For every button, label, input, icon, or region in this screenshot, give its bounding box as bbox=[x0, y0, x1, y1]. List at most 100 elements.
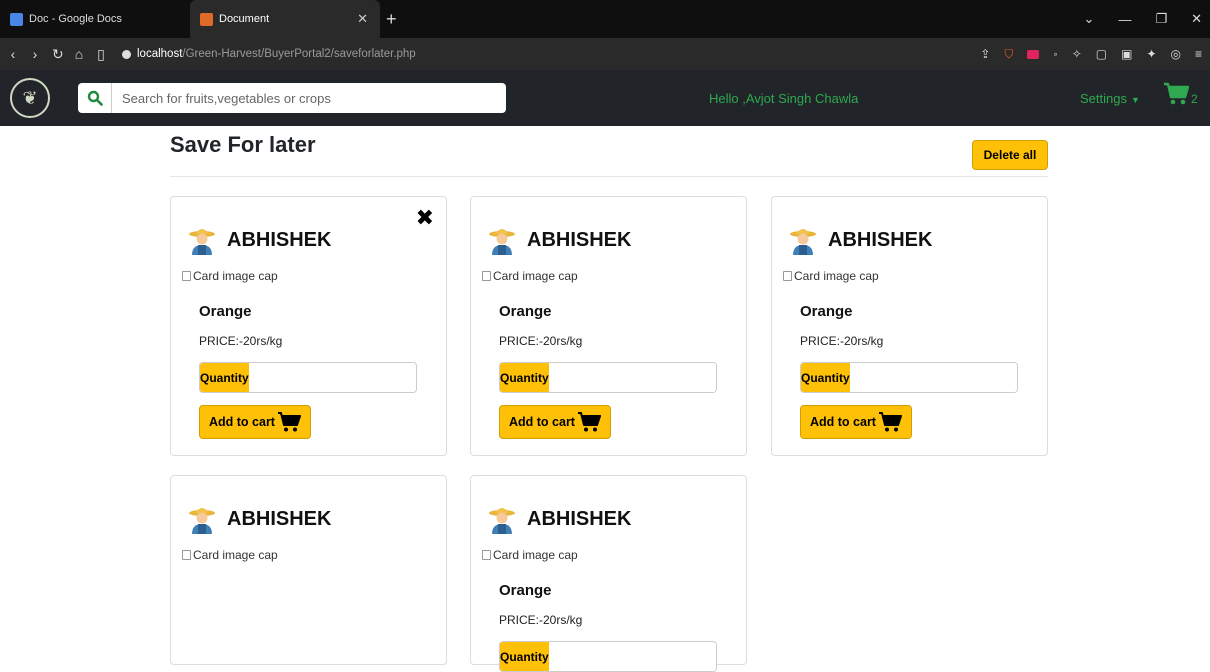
delete-all-button[interactable]: Delete all bbox=[972, 140, 1048, 170]
cart-count-badge: 2 bbox=[1191, 92, 1198, 106]
title-divider bbox=[170, 176, 1048, 177]
cart-icon bbox=[577, 412, 601, 432]
page-title: Save For later bbox=[170, 132, 316, 157]
vpn-icon[interactable]: ◎ bbox=[1171, 47, 1181, 61]
image-alt-text: Card image cap bbox=[794, 269, 879, 283]
quantity-label: Quantity bbox=[801, 363, 850, 392]
browser-tab-document[interactable]: Document ✕ bbox=[190, 0, 380, 38]
document-favicon-icon bbox=[200, 12, 213, 26]
remove-item-icon[interactable]: ✖ bbox=[416, 205, 434, 231]
product-price: PRICE:-20rs/kg bbox=[800, 334, 884, 348]
saved-item-card: ABHISHEK Card image cap Orange PRICE:-20… bbox=[771, 196, 1048, 456]
site-info-icon[interactable] bbox=[122, 49, 131, 59]
minimize-icon[interactable]: — bbox=[1118, 12, 1131, 27]
farmer-header: ABHISHEK bbox=[487, 504, 631, 534]
farmer-avatar-icon bbox=[489, 229, 515, 255]
forward-icon[interactable]: › bbox=[30, 46, 40, 62]
saved-item-card: ABHISHEK Card image cap bbox=[170, 475, 447, 665]
restore-icon[interactable]: ❐ bbox=[1155, 11, 1167, 27]
quantity-input[interactable] bbox=[248, 363, 416, 392]
add-to-cart-button[interactable]: Add to cart bbox=[199, 405, 311, 439]
share-icon[interactable]: ⇪ bbox=[980, 47, 990, 61]
broken-image-icon bbox=[783, 271, 792, 281]
broken-image-icon bbox=[482, 550, 491, 560]
product-name: Orange bbox=[499, 303, 552, 320]
browser-tab-google-docs[interactable]: Doc - Google Docs bbox=[0, 0, 190, 38]
cart-button[interactable]: 2 bbox=[1163, 82, 1198, 106]
home-icon[interactable]: ⌂ bbox=[74, 46, 84, 62]
tab-title: Document bbox=[219, 13, 270, 25]
product-image: Card image cap bbox=[482, 548, 578, 562]
product-image: Card image cap bbox=[182, 269, 278, 283]
new-tab-icon[interactable]: + bbox=[386, 9, 397, 30]
extension-icon[interactable] bbox=[1027, 49, 1040, 59]
google-docs-icon bbox=[10, 12, 23, 26]
browser-address-bar: ‹ › ↻ ⌂ ▯ localhost/Green-Harvest/BuyerP… bbox=[0, 38, 1210, 70]
saved-item-card: ✖ ABHISHEK Card image cap Orange PRICE:-… bbox=[170, 196, 447, 456]
product-price: PRICE:-20rs/kg bbox=[199, 334, 283, 348]
settings-dropdown[interactable]: Settings ▼ bbox=[1080, 91, 1140, 106]
add-to-cart-label: Add to cart bbox=[209, 415, 275, 429]
url-host: localhost bbox=[137, 48, 183, 60]
add-to-cart-label: Add to cart bbox=[810, 415, 876, 429]
browser-toolbar-right: ⇪ ⛉ ◦ ✧ ▢ ▣ ✦ ◎ ≡ bbox=[980, 47, 1202, 62]
window-controls: ⌄ — ❐ ✕ bbox=[1084, 0, 1202, 38]
product-price: PRICE:-20rs/kg bbox=[499, 334, 583, 348]
quantity-group: Quantity bbox=[499, 362, 717, 393]
farmer-avatar-icon bbox=[189, 508, 215, 534]
shopping-cart-icon bbox=[1164, 82, 1189, 105]
tab-title: Doc - Google Docs bbox=[29, 13, 122, 25]
product-name: Orange bbox=[499, 582, 552, 599]
add-to-cart-button[interactable]: Add to cart bbox=[499, 405, 611, 439]
quantity-group: Quantity bbox=[800, 362, 1018, 393]
farmer-header: ABHISHEK bbox=[487, 225, 631, 255]
quantity-input[interactable] bbox=[849, 363, 1017, 392]
close-tab-icon[interactable]: ✕ bbox=[357, 11, 368, 27]
broken-image-icon bbox=[182, 550, 191, 560]
tab-list-icon[interactable]: ⌄ bbox=[1084, 11, 1095, 27]
search-input[interactable] bbox=[112, 83, 506, 113]
caret-down-icon: ▼ bbox=[1130, 94, 1140, 105]
settings-label: Settings bbox=[1080, 90, 1127, 106]
saved-item-card: ABHISHEK Card image cap Orange PRICE:-20… bbox=[470, 196, 747, 456]
farmer-name: ABHISHEK bbox=[828, 228, 933, 251]
image-alt-text: Card image cap bbox=[493, 548, 578, 562]
farmer-avatar-icon bbox=[189, 229, 215, 255]
url-path: /Green-Harvest/BuyerPortal2/saveforlater… bbox=[182, 48, 416, 60]
app-navbar: ❦ Hello ,Avjot Singh Chawla Settings▼ 2 bbox=[0, 70, 1210, 126]
quantity-label: Quantity bbox=[200, 363, 249, 392]
farmer-name: ABHISHEK bbox=[527, 507, 632, 530]
farmer-header: ABHISHEK bbox=[187, 225, 331, 255]
product-image: Card image cap bbox=[482, 269, 578, 283]
add-to-cart-button[interactable]: Add to cart bbox=[800, 405, 912, 439]
bookmark-icon[interactable]: ▯ bbox=[96, 46, 106, 63]
broken-image-icon bbox=[182, 271, 191, 281]
quantity-input[interactable] bbox=[548, 642, 716, 671]
extensions-puzzle-icon[interactable]: ✧ bbox=[1072, 47, 1082, 61]
quantity-group: Quantity bbox=[499, 641, 717, 672]
product-name: Orange bbox=[199, 303, 252, 320]
search-icon bbox=[87, 90, 103, 106]
sidebar-icon[interactable]: ▢ bbox=[1096, 47, 1107, 61]
farmer-avatar-icon bbox=[489, 508, 515, 534]
close-window-icon[interactable]: ✕ bbox=[1191, 11, 1202, 27]
user-greeting: Hello ,Avjot Singh Chawla bbox=[709, 90, 859, 106]
image-alt-text: Card image cap bbox=[493, 269, 578, 283]
add-to-cart-label: Add to cart bbox=[509, 415, 575, 429]
leo-icon[interactable]: ✦ bbox=[1146, 47, 1156, 61]
product-image: Card image cap bbox=[783, 269, 879, 283]
search-button[interactable] bbox=[78, 83, 112, 113]
extension-audio-icon[interactable]: ◦ bbox=[1053, 47, 1057, 61]
quantity-input[interactable] bbox=[548, 363, 716, 392]
url-field[interactable]: localhost/Green-Harvest/BuyerPortal2/sav… bbox=[122, 48, 416, 60]
back-icon[interactable]: ‹ bbox=[8, 46, 18, 62]
cart-icon bbox=[878, 412, 902, 432]
product-image: Card image cap bbox=[182, 548, 278, 562]
brave-shield-icon[interactable]: ⛉ bbox=[1004, 47, 1013, 62]
wallet-icon[interactable]: ▣ bbox=[1121, 47, 1132, 61]
broken-image-icon bbox=[482, 271, 491, 281]
reload-icon[interactable]: ↻ bbox=[52, 46, 64, 63]
menu-icon[interactable]: ≡ bbox=[1195, 47, 1202, 61]
green-harvest-logo-icon[interactable]: ❦ bbox=[10, 78, 50, 118]
cart-icon bbox=[277, 412, 301, 432]
